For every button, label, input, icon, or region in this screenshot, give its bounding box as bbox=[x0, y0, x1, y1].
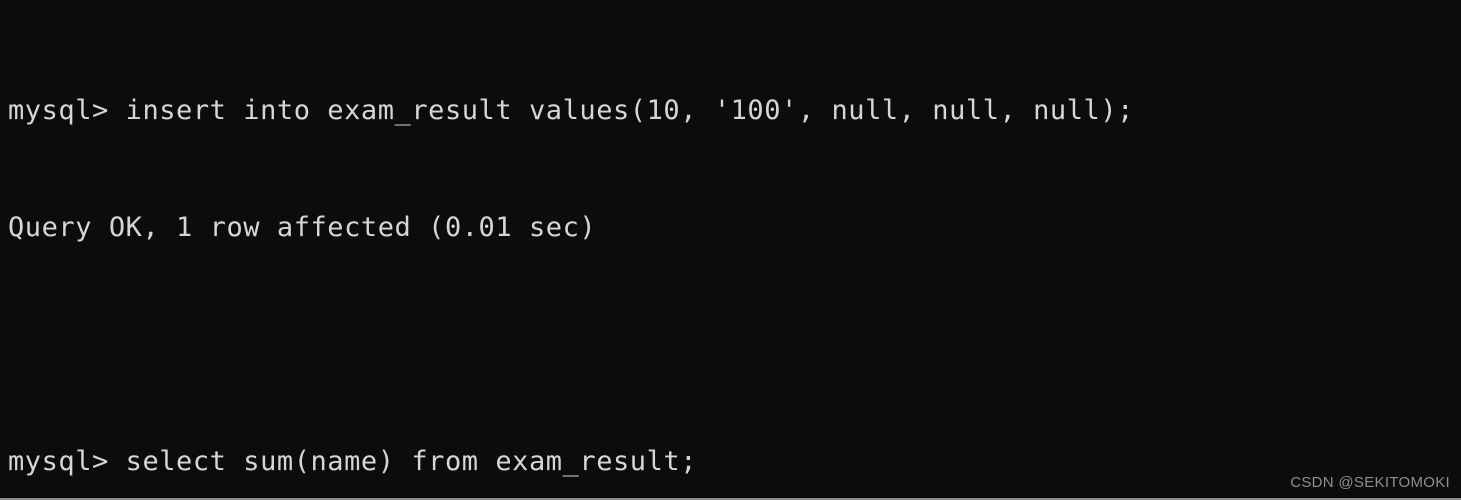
watermark-label: CSDN @SEKITOMOKI bbox=[1290, 474, 1450, 491]
console-line-command-insert: mysql> insert into exam_result values(10… bbox=[8, 95, 1134, 126]
console-line-blank bbox=[8, 325, 1134, 364]
console-line-command-select: mysql> select sum(name) from exam_result… bbox=[8, 446, 698, 477]
terminal-window[interactable]: mysql> insert into exam_result values(10… bbox=[0, 0, 1461, 500]
console-output: mysql> insert into exam_result values(10… bbox=[8, 13, 1134, 498]
console-line-insert-result: Query OK, 1 row affected (0.01 sec) bbox=[8, 212, 597, 243]
